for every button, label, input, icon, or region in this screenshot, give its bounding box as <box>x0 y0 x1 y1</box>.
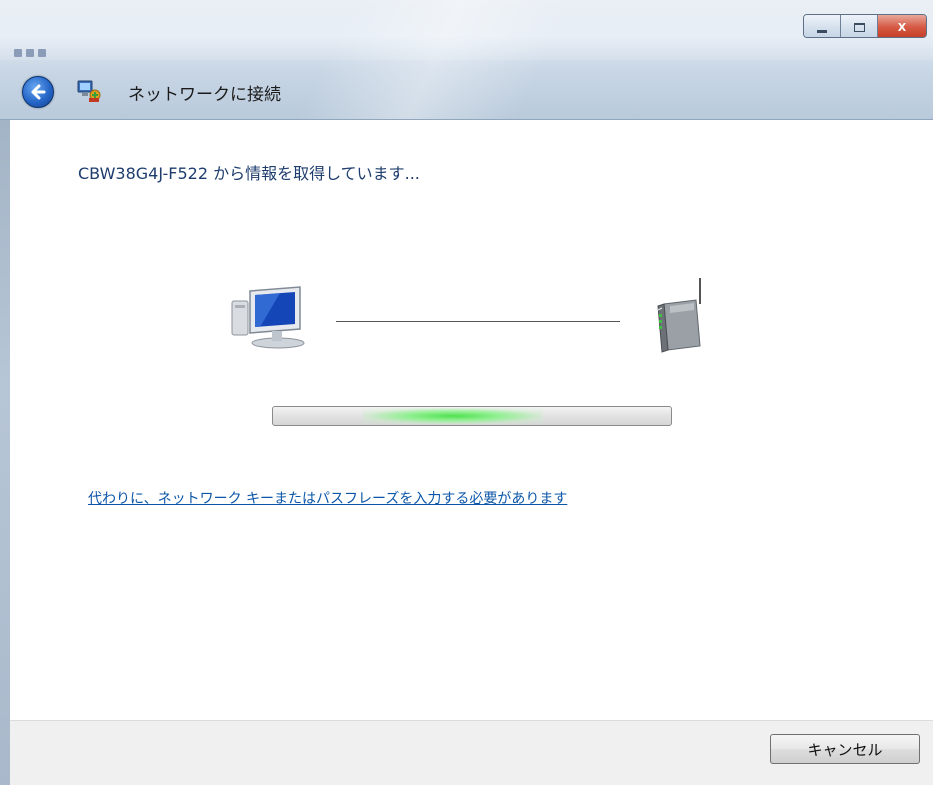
back-arrow-icon <box>31 84 46 100</box>
cancel-button[interactable]: キャンセル <box>770 734 920 764</box>
status-text: CBW38G4J-F522 から情報を取得しています... <box>78 164 420 183</box>
wireless-router-icon <box>657 278 701 353</box>
network-connect-icon <box>77 80 101 102</box>
close-button[interactable]: X <box>878 15 926 37</box>
window-caption-buttons: X <box>803 14 927 38</box>
back-button[interactable] <box>22 76 54 108</box>
close-icon: X <box>897 20 907 34</box>
title-bar-decoration <box>14 42 84 57</box>
computer-icon <box>231 286 305 349</box>
connect-to-network-window: X ネットワークに接続 CBW38G4J-F522 から情報を取得しています..… <box>0 0 933 785</box>
window-title: ネットワークに接続 <box>128 85 281 105</box>
window-left-frame <box>0 120 10 785</box>
minimize-button[interactable] <box>804 15 841 37</box>
connection-line <box>336 321 620 322</box>
progress-marquee <box>363 408 543 424</box>
indeterminate-progress-bar <box>272 406 672 426</box>
minimize-icon <box>817 29 827 33</box>
title-bar[interactable]: X ネットワークに接続 <box>0 0 933 120</box>
maximize-button[interactable] <box>841 15 878 37</box>
maximize-icon <box>853 22 865 32</box>
enter-passphrase-link[interactable]: 代わりに、ネットワーク キーまたはパスフレーズを入力する必要があります <box>88 488 567 508</box>
